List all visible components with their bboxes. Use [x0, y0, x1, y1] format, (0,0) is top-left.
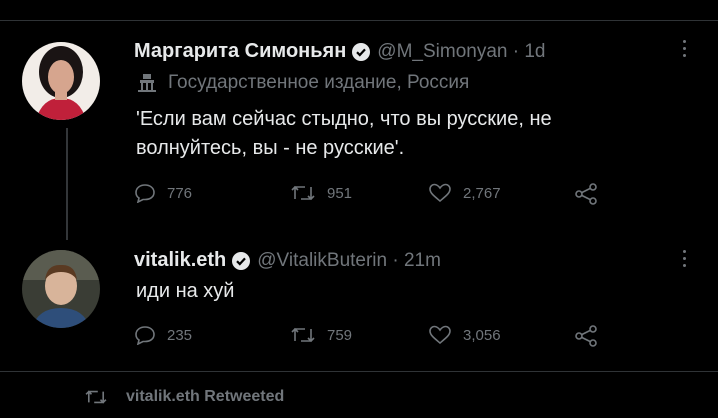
retweet-count: 951	[327, 184, 353, 202]
avatar-vitalik[interactable]	[22, 250, 100, 328]
retweet-icon	[291, 185, 315, 201]
tweet-vitalik[interactable]: vitalik.eth @VitalikButerin · 21m иди на…	[0, 230, 718, 370]
more-icon[interactable]	[681, 250, 689, 271]
tweet-header: vitalik.eth @VitalikButerin · 21m	[134, 249, 441, 272]
building-icon	[138, 74, 156, 92]
thread-connector	[66, 128, 68, 240]
like-count: 2,767	[463, 184, 501, 202]
separator-dot: ·	[387, 249, 404, 271]
reply-button[interactable]: 235	[134, 325, 192, 345]
tweet-header: Маргарита Симоньян @M_Simonyan · 1d	[134, 40, 546, 63]
tweet-text-line-2: волнуйтесь, вы - не русские'.	[136, 137, 405, 159]
share-button[interactable]	[574, 325, 609, 347]
tweet-text: иди на хуй	[136, 280, 235, 302]
like-count: 3,056	[463, 326, 501, 344]
tweet-text-line-1: 'Если вам сейчас стыдно, что вы русские,…	[136, 108, 552, 130]
like-icon	[429, 325, 451, 345]
retweet-icon	[291, 327, 315, 343]
verified-badge-icon	[352, 42, 371, 61]
retweet-button[interactable]: 951	[290, 183, 352, 203]
author-name[interactable]: Маргарита Симоньян	[134, 40, 346, 63]
reply-icon	[135, 184, 155, 203]
share-button[interactable]	[574, 183, 609, 205]
state-media-label: Государственное издание, Россия	[136, 72, 469, 94]
tweet-time[interactable]: 21m	[404, 250, 441, 272]
retweeted-label[interactable]: vitalik.eth Retweeted	[126, 388, 284, 406]
author-handle[interactable]: @M_Simonyan	[377, 41, 507, 63]
retweet-button[interactable]: 759	[290, 325, 352, 345]
verified-badge-icon	[232, 251, 251, 270]
reply-count: 235	[167, 326, 193, 344]
retweet-count: 759	[327, 326, 353, 344]
retweet-icon	[85, 390, 107, 404]
reply-count: 776	[167, 184, 193, 202]
separator-dot: ·	[507, 40, 525, 62]
like-button[interactable]: 2,767	[428, 183, 501, 203]
like-icon	[429, 183, 451, 203]
share-icon	[575, 183, 597, 205]
reply-icon	[135, 326, 155, 345]
bottom-divider	[0, 371, 718, 372]
tweet-text: 'Если вам сейчас стыдно, что вы русские,…	[136, 105, 552, 163]
author-handle[interactable]: @VitalikButerin	[257, 250, 387, 272]
share-icon	[575, 325, 597, 347]
retweeted-indicator[interactable]: vitalik.eth Retweeted	[84, 388, 284, 406]
author-name[interactable]: vitalik.eth	[134, 249, 226, 272]
tweet-time[interactable]: 1d	[524, 41, 545, 63]
more-icon[interactable]	[681, 40, 689, 61]
state-media-label-text[interactable]: Государственное издание, Россия	[168, 72, 469, 94]
reply-button[interactable]: 776	[134, 183, 192, 203]
like-button[interactable]: 3,056	[428, 325, 501, 345]
tweet-simonyan[interactable]: Маргарита Симоньян @M_Simonyan · 1d Госу…	[0, 0, 718, 240]
avatar-simonyan[interactable]	[22, 42, 100, 120]
